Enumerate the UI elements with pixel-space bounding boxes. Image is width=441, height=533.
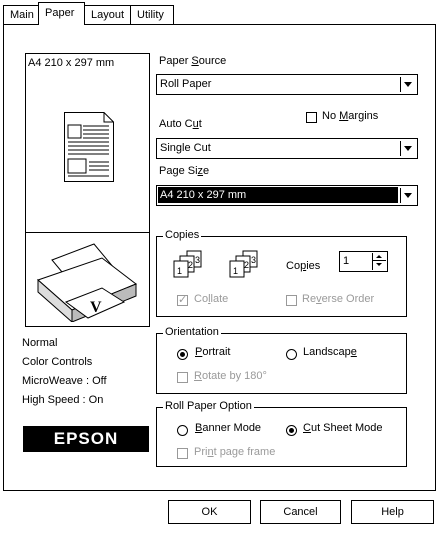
- banner-mode-label: Banner Mode: [195, 422, 262, 434]
- preview-paper-label: A4 210 x 297 mm: [28, 57, 115, 69]
- roll-paper-option-group: Roll Paper Option: [156, 400, 407, 467]
- auto-cut-label: Auto Cut: [159, 118, 202, 130]
- orientation-group-title: Orientation: [163, 326, 221, 338]
- svg-text:3: 3: [195, 255, 200, 265]
- copies-value: 1: [343, 255, 350, 267]
- tab-layout[interactable]: Layout: [84, 5, 131, 25]
- portrait-radio[interactable]: [177, 349, 188, 360]
- copies-stepper[interactable]: 1: [339, 251, 388, 272]
- tab-layout-label: Layout: [91, 9, 125, 21]
- rotate-180-label: Rotate by 180°: [194, 370, 267, 382]
- orientation-group: Orientation: [156, 326, 407, 394]
- color-summary: Color Controls: [22, 356, 93, 368]
- page-size-dropdown[interactable]: A4 210 x 297 mm: [156, 185, 418, 206]
- active-tab-gap: [39, 23, 84, 26]
- chevron-down-icon[interactable]: [400, 188, 415, 203]
- tab-main[interactable]: Main: [3, 5, 39, 25]
- chevron-down-icon[interactable]: [400, 141, 415, 156]
- reverse-order-checkbox[interactable]: [286, 295, 297, 306]
- no-margins-label: No Margins: [322, 110, 379, 122]
- printer-icon: V: [37, 243, 137, 322]
- printer-preview: V: [25, 232, 150, 327]
- svg-text:3: 3: [251, 255, 256, 265]
- tab-utility-label: Utility: [137, 9, 164, 21]
- chevron-down-icon[interactable]: [400, 77, 415, 92]
- paper-source-label: Paper Source: [159, 55, 227, 67]
- print-page-frame-checkbox[interactable]: [177, 448, 188, 459]
- arrow-up-icon: [376, 255, 382, 258]
- paper-source-dropdown[interactable]: Roll Paper: [156, 74, 418, 95]
- rotate-180-checkbox[interactable]: [177, 372, 188, 383]
- landscape-radio[interactable]: [286, 349, 297, 360]
- stepper-up-button[interactable]: [373, 253, 386, 261]
- banner-mode-radio[interactable]: [177, 425, 188, 436]
- svg-text:1: 1: [177, 266, 182, 276]
- document-page-icon: [64, 112, 114, 182]
- tab-utility[interactable]: Utility: [130, 5, 174, 25]
- page-size-value: A4 210 x 297 mm: [158, 187, 398, 203]
- copies-group-title: Copies: [163, 229, 202, 241]
- svg-text:V: V: [90, 299, 102, 316]
- paper-preview: A4 210 x 297 mm: [25, 53, 150, 233]
- collate-checkbox[interactable]: [177, 293, 188, 306]
- svg-text:1: 1: [233, 266, 238, 276]
- reverse-order-copies-icon: 3 2 1: [229, 250, 258, 278]
- auto-cut-value: Single Cut: [160, 142, 211, 154]
- copies-label: Copies: [286, 260, 321, 272]
- help-button[interactable]: Help: [351, 500, 434, 524]
- tab-main-label: Main: [10, 9, 34, 21]
- epson-logo: EPSON: [23, 426, 149, 452]
- mode-summary: Normal: [22, 337, 58, 349]
- svg-text:2: 2: [188, 260, 193, 270]
- ok-button[interactable]: OK: [168, 500, 251, 524]
- svg-text:2: 2: [244, 260, 249, 270]
- collate-copies-icon: 3 2 1: [173, 250, 202, 278]
- tab-paper[interactable]: Paper: [38, 2, 85, 25]
- arrow-down-icon: [376, 263, 382, 266]
- paper-source-value: Roll Paper: [160, 78, 212, 90]
- cut-sheet-mode-label: Cut Sheet Mode: [303, 422, 383, 434]
- auto-cut-dropdown[interactable]: Single Cut: [156, 138, 418, 159]
- portrait-label: Portrait: [195, 346, 231, 358]
- page-size-label: Page Size: [159, 165, 210, 177]
- roll-paper-option-title: Roll Paper Option: [163, 400, 254, 412]
- high-speed-summary: High Speed : On: [22, 394, 104, 406]
- reverse-order-label: Reverse Order: [302, 293, 375, 305]
- microweave-summary: MicroWeave : Off: [22, 375, 107, 387]
- landscape-label: Landscape: [303, 346, 357, 358]
- cut-sheet-mode-radio[interactable]: [286, 425, 297, 436]
- no-margins-checkbox[interactable]: [306, 112, 317, 123]
- stepper-down-button[interactable]: [373, 261, 386, 269]
- stepper-buttons: [372, 253, 386, 270]
- print-page-frame-label: Print page frame: [194, 446, 276, 458]
- cancel-button[interactable]: Cancel: [260, 500, 341, 524]
- tab-paper-label: Paper: [45, 7, 75, 19]
- collate-label: Collate: [194, 293, 229, 305]
